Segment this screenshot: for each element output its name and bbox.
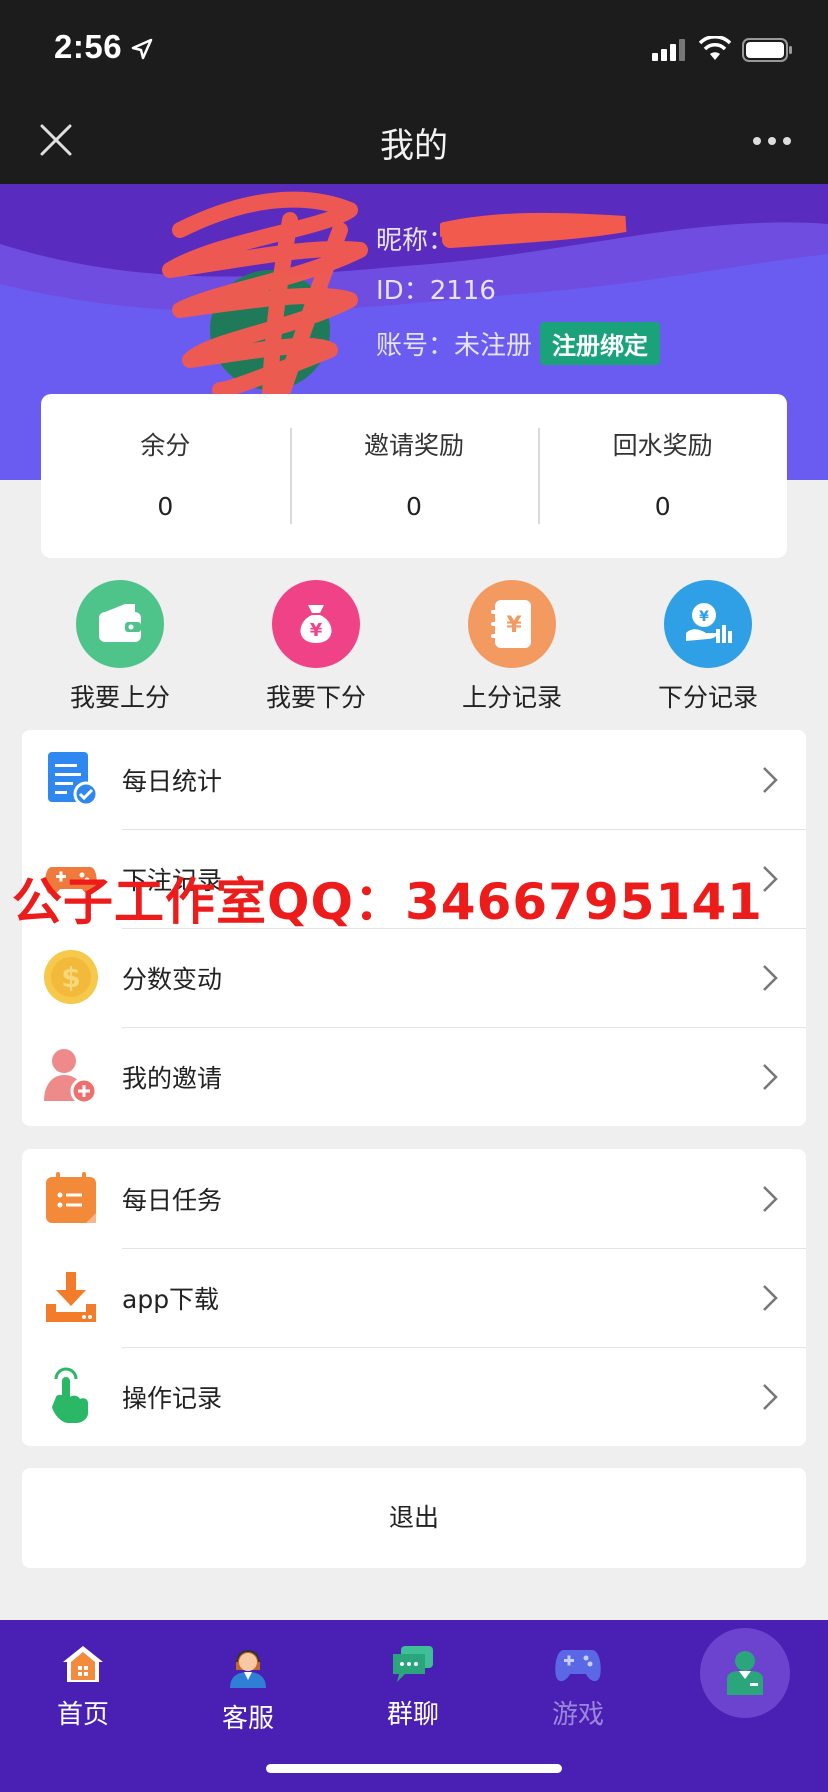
menu-item-my-invites[interactable]: 我的邀请	[22, 1027, 806, 1126]
chevron-right-icon	[763, 866, 778, 892]
tab-label: 游戏	[551, 1700, 604, 1730]
balance-card: 余分 0 邀请奖励 0 回水奖励 0	[41, 394, 787, 558]
balance-item-invite-reward[interactable]: 邀请奖励 0	[289, 394, 539, 558]
tab-games[interactable]: 游戏	[523, 1644, 633, 1731]
quick-action-deposit[interactable]: 我要上分	[45, 580, 195, 714]
logout-button[interactable]: 退出	[22, 1468, 806, 1568]
ledger-icon: ¥	[468, 580, 556, 668]
quick-action-withdraw-history[interactable]: ¥ 下分记录	[633, 580, 783, 714]
chevron-right-icon	[763, 1285, 778, 1311]
tab-customer-service[interactable]: 客服	[193, 1644, 303, 1735]
quick-action-label: 上分记录	[461, 683, 562, 712]
battery-icon	[742, 38, 792, 62]
menu-item-score-changes[interactable]: $ 分数变动	[22, 928, 806, 1027]
daily-stats-icon	[48, 752, 99, 807]
menu-item-app-download[interactable]: app下载	[22, 1248, 806, 1347]
quick-action-label: 下分记录	[657, 683, 758, 712]
user-profile-icon	[727, 1651, 763, 1695]
nickname-redaction	[440, 212, 627, 248]
balance-value: 0	[406, 492, 422, 521]
status-bar: 2:56	[0, 0, 828, 96]
wifi-icon	[699, 36, 731, 60]
quick-action-deposit-history[interactable]: ¥ 上分记录	[437, 580, 587, 714]
tab-home[interactable]: 首页	[28, 1644, 138, 1731]
tab-label: 客服	[221, 1704, 274, 1734]
status-time: 2:56	[54, 28, 123, 65]
register-bind-button[interactable]: 注册绑定	[540, 322, 661, 365]
balance-label: 回水奖励	[612, 431, 713, 460]
quick-action-label: 我要上分	[69, 683, 170, 712]
svg-text:$: $	[61, 961, 80, 994]
money-bag-icon: ¥	[272, 580, 360, 668]
quick-actions: 我要上分 ¥ 我要下分 ¥ 上分记录 ¥ 下分记录	[0, 580, 828, 712]
location-arrow-icon	[131, 38, 153, 60]
calendar-task-icon	[46, 1172, 96, 1223]
balance-label: 余分	[140, 431, 191, 460]
menu-item-daily-stats[interactable]: 每日统计	[22, 730, 806, 829]
user-id: ID：2116	[376, 276, 496, 306]
account-status: 账号：未注册	[376, 331, 533, 361]
tab-label: 首页	[56, 1700, 109, 1730]
chevron-right-icon	[763, 1384, 778, 1410]
balance-value: 0	[157, 492, 174, 521]
more-options-icon[interactable]	[752, 136, 792, 146]
menu-item-operation-log[interactable]: 操作记录	[22, 1347, 806, 1446]
tab-group-chat[interactable]: 群聊	[358, 1644, 468, 1731]
menu-item-label: 分数变动	[122, 964, 223, 994]
chevron-right-icon	[763, 1186, 778, 1212]
coin-icon: $	[44, 950, 98, 1004]
menu-item-label: 每日任务	[122, 1185, 223, 1215]
quick-action-withdraw[interactable]: ¥ 我要下分	[241, 580, 391, 714]
watermark-text: 公子工作室QQ：3466795141	[12, 873, 763, 931]
nav-bar: 我的	[0, 96, 828, 184]
download-icon	[46, 1272, 96, 1322]
home-icon	[63, 1646, 103, 1682]
home-indicator	[266, 1764, 562, 1773]
balance-value: 0	[654, 492, 671, 521]
page-title: 我的	[380, 126, 448, 166]
balance-label: 邀请奖励	[364, 431, 465, 460]
svg-text:¥: ¥	[506, 613, 522, 638]
menu-group-tools: 每日任务 app下载 操作记录	[22, 1149, 806, 1446]
menu-item-label: app下载	[122, 1284, 220, 1314]
menu-item-label: 每日统计	[122, 766, 223, 796]
support-agent-icon	[230, 1650, 266, 1688]
wallet-icon	[76, 580, 164, 668]
menu-item-daily-tasks[interactable]: 每日任务	[22, 1149, 806, 1248]
menu-item-label: 操作记录	[122, 1383, 223, 1413]
add-user-icon	[44, 1049, 98, 1105]
svg-text:¥: ¥	[699, 609, 709, 625]
svg-text:¥: ¥	[310, 620, 323, 641]
balance-item-points[interactable]: 余分 0	[41, 394, 290, 558]
cellular-signal-icon	[652, 39, 685, 61]
chevron-right-icon	[763, 767, 778, 793]
account-line: 账号：未注册 注册绑定	[376, 322, 661, 365]
chevron-right-icon	[763, 965, 778, 991]
balance-item-rebate-reward[interactable]: 回水奖励 0	[538, 394, 787, 558]
menu-item-label: 我的邀请	[122, 1063, 223, 1093]
hand-coin-icon: ¥	[664, 580, 752, 668]
group-chat-icon	[393, 1646, 433, 1682]
quick-action-label: 我要下分	[265, 683, 366, 712]
avatar[interactable]	[160, 190, 380, 410]
tab-label: 群聊	[386, 1700, 439, 1730]
tap-hand-icon	[52, 1367, 88, 1423]
game-icon	[555, 1650, 601, 1682]
chevron-right-icon	[763, 1064, 778, 1090]
profile-fab-button[interactable]	[700, 1628, 790, 1718]
